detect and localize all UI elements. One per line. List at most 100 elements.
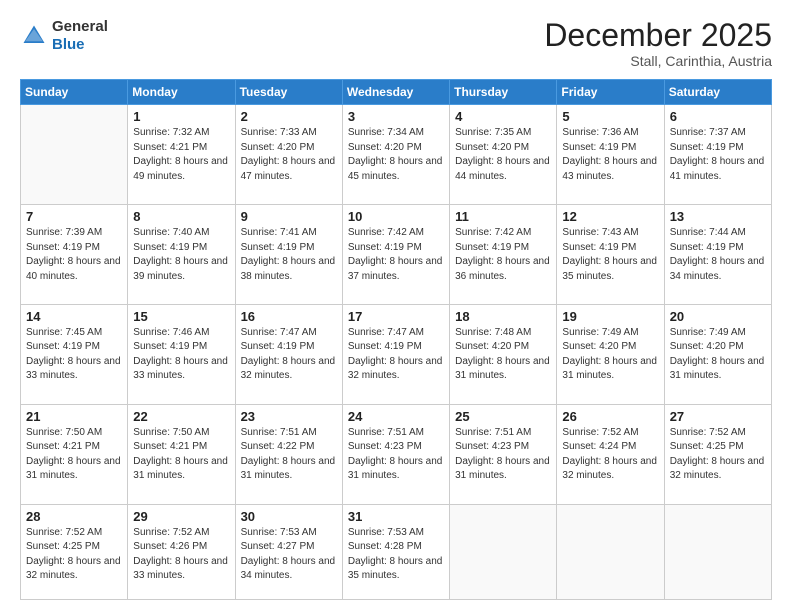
- day-info: Sunrise: 7:48 AM Sunset: 4:20 PM Dayligh…: [455, 326, 551, 384]
- calendar-day-cell: 27 Sunrise: 7:52 AM Sunset: 4:25 PM Dayli…: [664, 404, 771, 504]
- day-info: Sunrise: 7:47 AM Sunset: 4:19 PM Dayligh…: [348, 326, 444, 384]
- logo-blue: Blue: [52, 36, 85, 53]
- day-number: 14: [26, 309, 122, 324]
- calendar-day-cell: 24 Sunrise: 7:51 AM Sunset: 4:23 PM Dayli…: [342, 404, 449, 504]
- day-info: Sunrise: 7:52 AM Sunset: 4:25 PM Dayligh…: [670, 426, 766, 484]
- page: General Blue December 2025 Stall, Carint…: [0, 0, 792, 612]
- calendar-day-cell: 25Sunrise: 7:51 AM Sunset: 4:23 PM Dayli…: [450, 404, 557, 504]
- calendar-day-cell: 4Sunrise: 7:35 AM Sunset: 4:20 PM Daylig…: [450, 105, 557, 205]
- day-number: 7: [26, 209, 122, 224]
- calendar-day-cell: 23 Sunrise: 7:51 AM Sunset: 4:22 PM Dayli…: [235, 404, 342, 504]
- day-info: Sunrise: 7:51 AM Sunset: 4:23 PM Dayligh…: [348, 426, 444, 484]
- day-info: Sunrise: 7:42 AM Sunset: 4:19 PM Dayligh…: [455, 226, 551, 284]
- day-number: 31: [348, 509, 444, 524]
- day-info: Sunrise: 7:32 AM Sunset: 4:21 PM Dayligh…: [133, 126, 229, 184]
- day-number: 3: [348, 109, 444, 124]
- day-number: 4: [455, 109, 551, 124]
- location: Stall, Carinthia, Austria: [544, 53, 772, 69]
- calendar-header-cell: Wednesday: [342, 80, 449, 105]
- day-number: 11: [455, 209, 551, 224]
- calendar-day-cell: 17 Sunrise: 7:47 AM Sunset: 4:19 PM Dayli…: [342, 304, 449, 404]
- logo-icon: [20, 22, 48, 50]
- calendar-day-cell: 18 Sunrise: 7:48 AM Sunset: 4:20 PM Dayli…: [450, 304, 557, 404]
- title-block: December 2025 Stall, Carinthia, Austria: [544, 18, 772, 69]
- calendar-day-cell: 19Sunrise: 7:49 AM Sunset: 4:20 PM Dayli…: [557, 304, 664, 404]
- logo-general: General: [52, 18, 108, 35]
- day-number: 6: [670, 109, 766, 124]
- day-info: Sunrise: 7:42 AM Sunset: 4:19 PM Dayligh…: [348, 226, 444, 284]
- day-number: 27: [670, 409, 766, 424]
- calendar-body: 1Sunrise: 7:32 AM Sunset: 4:21 PM Daylig…: [21, 105, 772, 600]
- calendar-day-cell: [664, 504, 771, 599]
- calendar-day-cell: 8Sunrise: 7:40 AM Sunset: 4:19 PM Daylig…: [128, 205, 235, 305]
- day-number: 30: [241, 509, 337, 524]
- day-number: 23: [241, 409, 337, 424]
- header: General Blue December 2025 Stall, Carint…: [20, 18, 772, 69]
- day-number: 29: [133, 509, 229, 524]
- calendar-header-cell: Tuesday: [235, 80, 342, 105]
- calendar-week-row: 1Sunrise: 7:32 AM Sunset: 4:21 PM Daylig…: [21, 105, 772, 205]
- day-number: 9: [241, 209, 337, 224]
- day-info: Sunrise: 7:49 AM Sunset: 4:20 PM Dayligh…: [670, 326, 766, 384]
- day-number: 15: [133, 309, 229, 324]
- day-number: 25: [455, 409, 551, 424]
- calendar-day-cell: 5Sunrise: 7:36 AM Sunset: 4:19 PM Daylig…: [557, 105, 664, 205]
- calendar-day-cell: 10Sunrise: 7:42 AM Sunset: 4:19 PM Dayli…: [342, 205, 449, 305]
- day-info: Sunrise: 7:49 AM Sunset: 4:20 PM Dayligh…: [562, 326, 658, 384]
- day-info: Sunrise: 7:45 AM Sunset: 4:19 PM Dayligh…: [26, 326, 122, 384]
- calendar-day-cell: 14 Sunrise: 7:45 AM Sunset: 4:19 PM Dayli…: [21, 304, 128, 404]
- calendar-week-row: 14 Sunrise: 7:45 AM Sunset: 4:19 PM Dayli…: [21, 304, 772, 404]
- calendar-header-cell: Thursday: [450, 80, 557, 105]
- calendar-header-cell: Friday: [557, 80, 664, 105]
- calendar-day-cell: [450, 504, 557, 599]
- calendar-day-cell: 30Sunrise: 7:53 AM Sunset: 4:27 PM Dayli…: [235, 504, 342, 599]
- day-number: 12: [562, 209, 658, 224]
- day-info: Sunrise: 7:36 AM Sunset: 4:19 PM Dayligh…: [562, 126, 658, 184]
- calendar-header-cell: Saturday: [664, 80, 771, 105]
- calendar-day-cell: 20Sunrise: 7:49 AM Sunset: 4:20 PM Dayli…: [664, 304, 771, 404]
- calendar-day-cell: 1Sunrise: 7:32 AM Sunset: 4:21 PM Daylig…: [128, 105, 235, 205]
- day-info: Sunrise: 7:52 AM Sunset: 4:25 PM Dayligh…: [26, 526, 122, 584]
- calendar-day-cell: [21, 105, 128, 205]
- day-number: 13: [670, 209, 766, 224]
- calendar-day-cell: 22 Sunrise: 7:50 AM Sunset: 4:21 PM Dayli…: [128, 404, 235, 504]
- calendar-table: SundayMondayTuesdayWednesdayThursdayFrid…: [20, 79, 772, 600]
- day-number: 28: [26, 509, 122, 524]
- day-number: 18: [455, 309, 551, 324]
- day-number: 17: [348, 309, 444, 324]
- calendar-day-cell: 28 Sunrise: 7:52 AM Sunset: 4:25 PM Dayli…: [21, 504, 128, 599]
- calendar-day-cell: 9 Sunrise: 7:41 AM Sunset: 4:19 PM Daylig…: [235, 205, 342, 305]
- day-info: Sunrise: 7:37 AM Sunset: 4:19 PM Dayligh…: [670, 126, 766, 184]
- day-info: Sunrise: 7:44 AM Sunset: 4:19 PM Dayligh…: [670, 226, 766, 284]
- calendar-day-cell: 29 Sunrise: 7:52 AM Sunset: 4:26 PM Dayli…: [128, 504, 235, 599]
- calendar-day-cell: 13 Sunrise: 7:44 AM Sunset: 4:19 PM Dayli…: [664, 205, 771, 305]
- calendar-week-row: 7 Sunrise: 7:39 AM Sunset: 4:19 PM Daylig…: [21, 205, 772, 305]
- day-info: Sunrise: 7:50 AM Sunset: 4:21 PM Dayligh…: [26, 426, 122, 484]
- day-info: Sunrise: 7:39 AM Sunset: 4:19 PM Dayligh…: [26, 226, 122, 284]
- day-number: 22: [133, 409, 229, 424]
- day-info: Sunrise: 7:41 AM Sunset: 4:19 PM Dayligh…: [241, 226, 337, 284]
- calendar-week-row: 28 Sunrise: 7:52 AM Sunset: 4:25 PM Dayli…: [21, 504, 772, 599]
- day-info: Sunrise: 7:40 AM Sunset: 4:19 PM Dayligh…: [133, 226, 229, 284]
- day-info: Sunrise: 7:51 AM Sunset: 4:22 PM Dayligh…: [241, 426, 337, 484]
- calendar-day-cell: 6 Sunrise: 7:37 AM Sunset: 4:19 PM Daylig…: [664, 105, 771, 205]
- calendar-day-cell: 16 Sunrise: 7:47 AM Sunset: 4:19 PM Dayli…: [235, 304, 342, 404]
- day-info: Sunrise: 7:50 AM Sunset: 4:21 PM Dayligh…: [133, 426, 229, 484]
- calendar-day-cell: 11 Sunrise: 7:42 AM Sunset: 4:19 PM Dayli…: [450, 205, 557, 305]
- calendar-day-cell: 7 Sunrise: 7:39 AM Sunset: 4:19 PM Daylig…: [21, 205, 128, 305]
- day-number: 16: [241, 309, 337, 324]
- day-info: Sunrise: 7:46 AM Sunset: 4:19 PM Dayligh…: [133, 326, 229, 384]
- day-number: 26: [562, 409, 658, 424]
- month-title: December 2025: [544, 18, 772, 53]
- day-number: 2: [241, 109, 337, 124]
- logo: General Blue: [20, 18, 108, 54]
- day-info: Sunrise: 7:52 AM Sunset: 4:26 PM Dayligh…: [133, 526, 229, 584]
- day-number: 24: [348, 409, 444, 424]
- calendar-day-cell: 2Sunrise: 7:33 AM Sunset: 4:20 PM Daylig…: [235, 105, 342, 205]
- calendar-day-cell: [557, 504, 664, 599]
- calendar-header-cell: Sunday: [21, 80, 128, 105]
- calendar-day-cell: 21 Sunrise: 7:50 AM Sunset: 4:21 PM Dayli…: [21, 404, 128, 504]
- calendar-day-cell: 31Sunrise: 7:53 AM Sunset: 4:28 PM Dayli…: [342, 504, 449, 599]
- day-number: 21: [26, 409, 122, 424]
- day-info: Sunrise: 7:47 AM Sunset: 4:19 PM Dayligh…: [241, 326, 337, 384]
